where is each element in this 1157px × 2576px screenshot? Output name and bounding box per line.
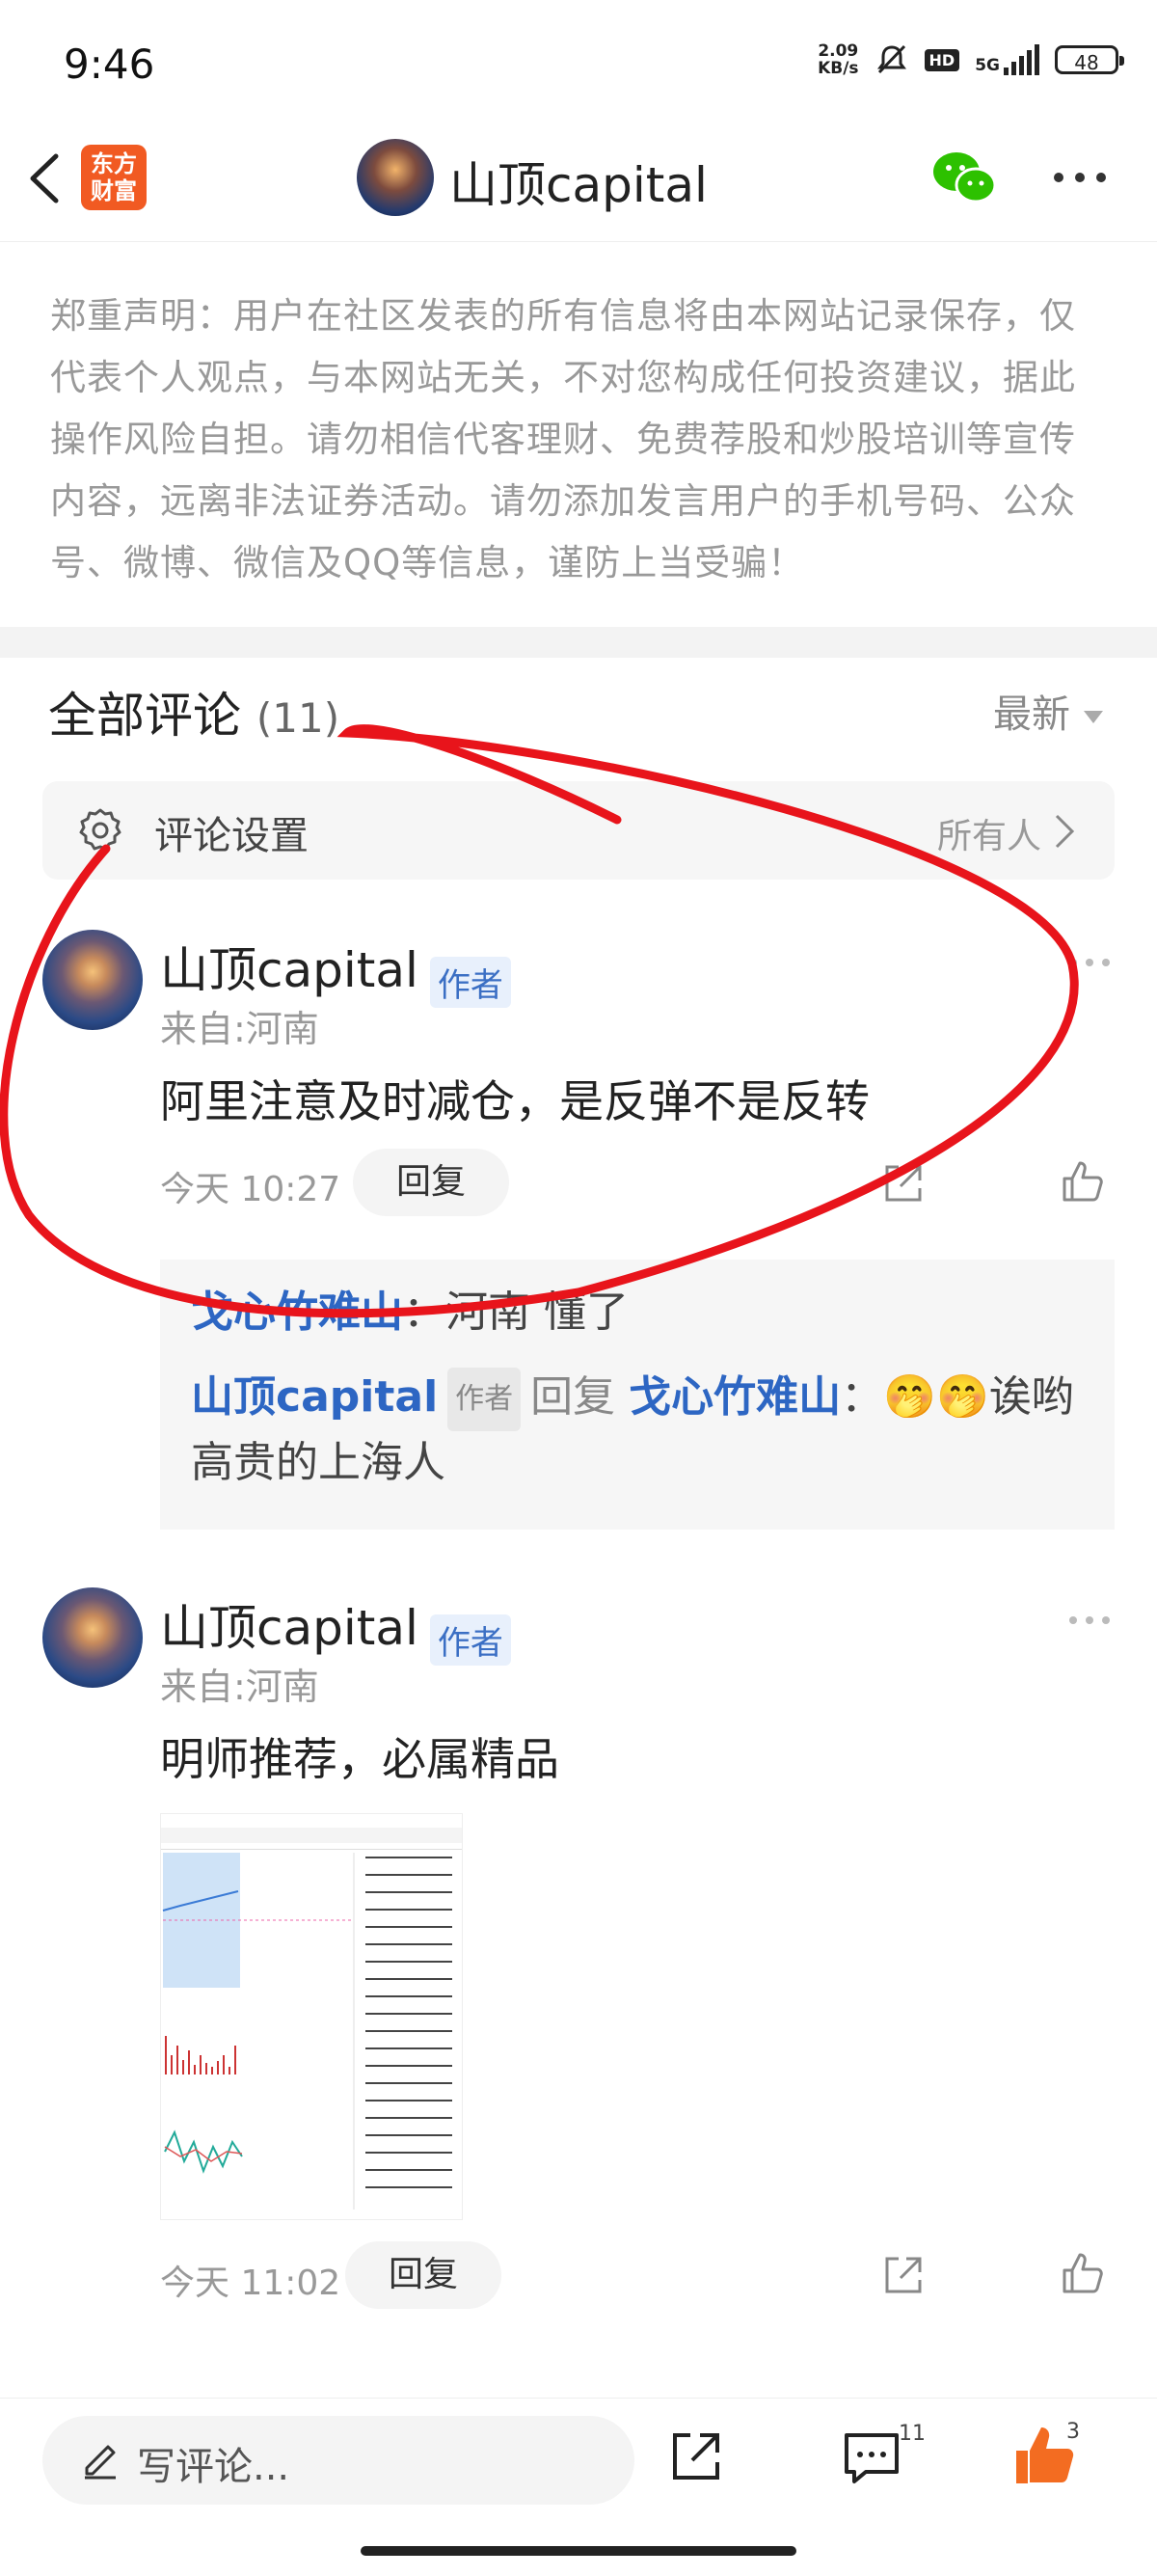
disclaimer-text: 郑重声明：用户在社区发表的所有信息将由本网站记录保存，仅代表个人观点，与本网站无… (50, 295, 1076, 583)
chevron-right-icon (1055, 814, 1075, 849)
like-button[interactable]: 3 (1012, 2420, 1080, 2491)
settings-value: 所有人 (936, 817, 1041, 856)
share-icon[interactable] (881, 2253, 926, 2297)
share-icon[interactable] (881, 1161, 926, 1206)
more-icon[interactable] (1068, 957, 1111, 968)
author-badge: 作者 (429, 1614, 511, 1666)
comment-location: 来自:河南 (160, 1008, 319, 1050)
reply-item[interactable]: 戈心竹难山：河南 懂了 (191, 1281, 629, 1344)
comment-avatar[interactable] (42, 1587, 143, 1688)
replies-box: 戈心竹难山：河南 懂了 山顶capital 作者 回复 戈心竹难山：🤭🤭诶哟高贵的上… (160, 1260, 1115, 1530)
comment-avatar[interactable] (42, 930, 143, 1030)
share-icon[interactable] (667, 2427, 725, 2485)
comment-time: 今天 10:27 (160, 1170, 341, 1209)
app-logo[interactable]: 东方 财富 (81, 145, 147, 210)
pen-icon (85, 2445, 116, 2480)
comment-input-placeholder: 写评论... (137, 2445, 290, 2489)
author-badge: 作者 (429, 957, 511, 1008)
comment-text: 明师推荐，必属精品 (160, 1733, 559, 1785)
signal-icon: 5G (975, 44, 1039, 75)
wechat-icon[interactable] (929, 149, 999, 206)
more-icon[interactable] (1051, 170, 1109, 185)
battery-icon: 48 (1055, 45, 1124, 74)
home-indicator[interactable] (361, 2546, 796, 2556)
gear-icon (79, 808, 121, 851)
comment-author[interactable]: 山顶capital 作者 (160, 1589, 511, 1666)
comment-location: 来自:河南 (160, 1666, 319, 1708)
caret-down-icon (1084, 710, 1103, 723)
emoji: 🤭🤭 (883, 1372, 989, 1422)
comment-icon (845, 2433, 899, 2483)
mute-bell-icon (876, 44, 906, 74)
comments-title: 全部评论 (11) (48, 688, 340, 744)
section-divider (0, 627, 1157, 658)
status-time: 9:46 (64, 41, 155, 88)
status-bar: 9:46 2.09 KB/s HD 5G 48 (0, 0, 1157, 125)
back-arrow-icon[interactable] (17, 145, 75, 212)
settings-label: 评论设置 (154, 814, 309, 858)
status-icons: 2.09 KB/s HD 5G 48 (818, 41, 1124, 78)
like-icon[interactable] (1061, 2251, 1105, 2295)
like-count: 3 (1066, 2420, 1080, 2444)
more-icon[interactable] (1068, 1614, 1111, 1626)
nav-bar: 东方 财富 山顶capital (0, 125, 1157, 242)
comment-button[interactable]: 11 (841, 2422, 926, 2487)
comment-text: 阿里注意及时减仓，是反弹不是反转 (160, 1075, 870, 1127)
like-icon[interactable] (1061, 1159, 1105, 1204)
comments-count: (11) (256, 694, 340, 742)
page-title[interactable]: 山顶capital (449, 147, 708, 216)
comment-author[interactable]: 山顶capital 作者 (160, 932, 511, 1008)
hd-badge: HD (924, 48, 960, 71)
author-avatar[interactable] (357, 139, 434, 216)
comment-settings-row[interactable]: 评论设置 所有人 (42, 781, 1115, 880)
reply-button[interactable]: 回复 (345, 2241, 501, 2309)
reply-button[interactable]: 回复 (353, 1149, 509, 1216)
reply-item[interactable]: 山顶capital 作者 回复 戈心竹难山：🤭🤭诶哟高贵的上海人 (191, 1366, 1097, 1495)
stock-chart-thumbnail[interactable] (160, 1813, 463, 2220)
net-speed: 2.09 KB/s (818, 41, 859, 78)
author-badge: 作者 (447, 1368, 522, 1431)
comment-input[interactable]: 写评论... (42, 2416, 634, 2505)
sort-dropdown[interactable]: 最新 (993, 683, 1103, 739)
comment-count: 11 (899, 2422, 926, 2446)
comment-time: 今天 11:02 (160, 2264, 341, 2303)
